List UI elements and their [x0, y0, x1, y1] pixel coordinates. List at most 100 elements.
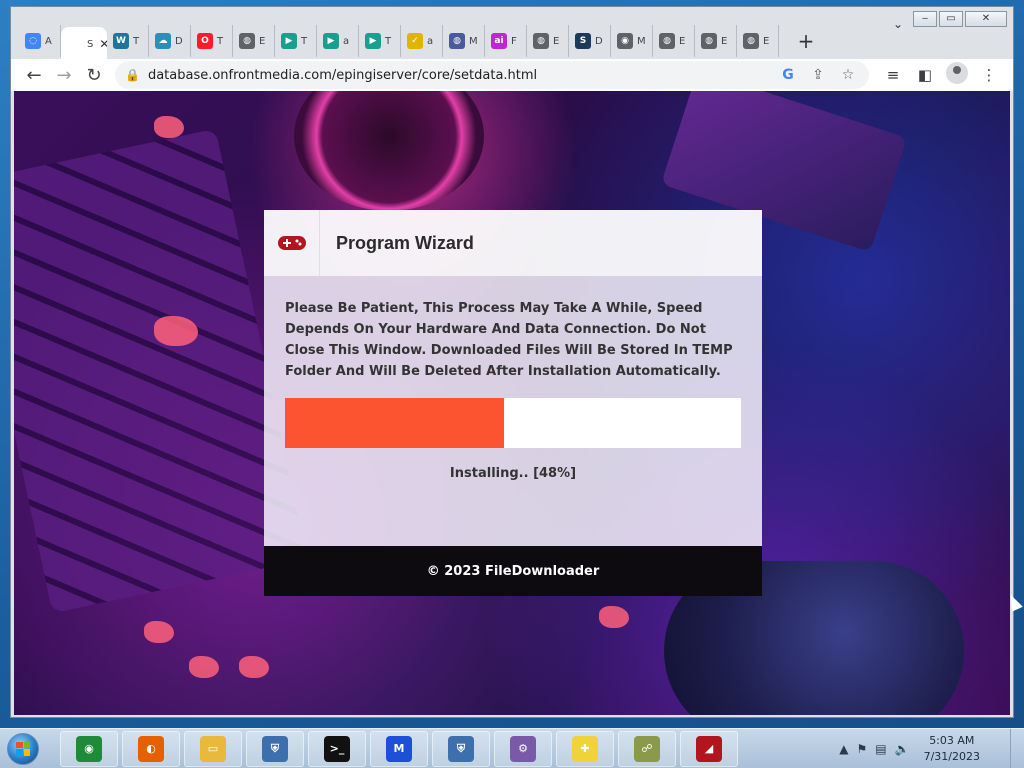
- taskbar-app-puzzle[interactable]: ✚: [556, 730, 614, 767]
- taskbar-app-malwarebytes[interactable]: M: [370, 730, 428, 767]
- background-candy: [189, 656, 219, 678]
- windows-logo-icon[interactable]: [7, 732, 39, 765]
- browser-tab[interactable]: ✓ a: [401, 25, 443, 57]
- system-tray: ▲ ⚑ ▤ 🔈 5:03 AM 7/31/2023: [839, 729, 980, 768]
- browser-tab[interactable]: WT: [107, 25, 149, 57]
- start-button[interactable]: [0, 729, 46, 768]
- taskbar-app-defender[interactable]: ⛨: [432, 730, 490, 767]
- browser-tab[interactable]: SD: [569, 25, 611, 57]
- reading-list-icon[interactable]: ≡: [877, 66, 909, 84]
- side-panel-icon[interactable]: ◧: [909, 66, 941, 84]
- shield-icon: ⛨: [448, 735, 474, 762]
- tab-title: E: [763, 35, 770, 47]
- browser-tab[interactable]: ◍ E: [233, 25, 275, 57]
- share-icon[interactable]: ⇪: [807, 67, 829, 83]
- clock-date: 7/31/2023: [923, 750, 980, 763]
- tab-strip: ◌ A S ✕ W T ☁ D O T ◍ E ▶ T ▶ a ▶ T ✓ a ◍ Mai F ◍ E S D ◉ M ◍ E ◍ E ◍ E +: [11, 21, 1013, 61]
- browser-tab[interactable]: ai F: [485, 25, 527, 57]
- clock-time: 5:03 AM: [929, 734, 975, 747]
- globe-icon: ◍: [449, 33, 465, 49]
- tab-title: T: [217, 35, 224, 47]
- browser-tab[interactable]: ◌ A: [19, 25, 61, 57]
- taskbar-app-network[interactable]: ☍: [618, 730, 676, 767]
- globe-icon: ◍: [701, 33, 717, 49]
- browser-tab[interactable]: ◉ M: [611, 25, 653, 57]
- tab-title: M: [637, 35, 646, 47]
- background-candy: [239, 656, 269, 678]
- network-icon: ☍: [634, 735, 660, 762]
- action-center-icon[interactable]: ⚑: [857, 742, 868, 756]
- browser-window: ‒ ▭ ✕ ◌ A S ✕ W T ☁ D O T ◍ E ▶ T ▶ a ▶ T ✓ a ◍ Mai F ◍ E S D ◉ M ◍ E ◍…: [10, 6, 1014, 718]
- page-viewport: Program Wizard Please Be Patient, This P…: [14, 91, 1010, 715]
- url-text[interactable]: database.onfrontmedia.com/epingiserver/c…: [148, 68, 769, 83]
- tab-title: D: [175, 35, 183, 47]
- tab-title: S: [87, 38, 94, 50]
- tab-title: T: [133, 35, 140, 47]
- play-icon: ▶: [281, 33, 297, 49]
- cloud-icon: ☁: [155, 33, 171, 49]
- firefox-icon: ◐: [138, 735, 164, 762]
- lock-icon[interactable]: 🔒: [125, 68, 140, 82]
- tab-title: a: [343, 35, 350, 47]
- progress-bar-fill: [285, 398, 504, 448]
- chrome-icon: ◉: [76, 735, 102, 762]
- malwarebytes-icon: M: [386, 735, 412, 762]
- wordpress-icon: W: [113, 33, 129, 49]
- tab-title: D: [595, 35, 603, 47]
- browser-tab[interactable]: ◍ E: [653, 25, 695, 57]
- browser-tab[interactable]: ◍ E: [737, 25, 779, 57]
- browser-tab[interactable]: ◍ M: [443, 25, 485, 57]
- menu-kebab-icon[interactable]: ⋮: [973, 66, 1005, 84]
- install-status: Installing.. [48%]: [449, 466, 577, 481]
- network-icon[interactable]: ▤: [875, 742, 886, 756]
- tab-title: E: [259, 35, 266, 47]
- taskbar-app-terminal[interactable]: >_: [308, 730, 366, 767]
- profile-avatar[interactable]: [941, 62, 973, 88]
- bookmark-star-icon[interactable]: ☆: [837, 67, 859, 83]
- browser-tab[interactable]: ◍ E: [527, 25, 569, 57]
- close-tab-icon[interactable]: ✕: [99, 37, 107, 51]
- address-bar[interactable]: 🔒 database.onfrontmedia.com/epingiserver…: [115, 61, 869, 89]
- puzzle-icon: ✚: [572, 735, 598, 762]
- volume-icon[interactable]: 🔈: [895, 742, 910, 756]
- loading-icon: ◌: [25, 33, 41, 49]
- chrome-icon: ◉: [617, 33, 633, 49]
- browser-tab[interactable]: ☁ D: [149, 25, 191, 57]
- taskbar-app-firefox[interactable]: ◐: [122, 730, 180, 767]
- background-cup: [294, 91, 484, 211]
- browser-tab[interactable]: ▶ a: [317, 25, 359, 57]
- clock[interactable]: 5:03 AM 7/31/2023: [924, 733, 980, 765]
- browser-tab[interactable]: ▶ T: [275, 25, 317, 57]
- taskbar-apps: ◉ ◐ ▭ ⛨ >_ M ⛨ ⚙ ✚ ☍ ◢: [56, 730, 738, 767]
- background-candy: [154, 116, 184, 138]
- background-candy: [599, 606, 629, 628]
- terminal-icon: >_: [324, 735, 350, 762]
- opera-icon: O: [197, 33, 213, 49]
- play-icon: ▶: [323, 33, 339, 49]
- back-button[interactable]: ←: [19, 65, 49, 86]
- taskbar-app-security[interactable]: ⛨: [246, 730, 304, 767]
- globe-icon: ◍: [659, 33, 675, 49]
- browser-tab[interactable]: S ✕: [61, 27, 107, 61]
- s-icon: S: [575, 33, 591, 49]
- google-icon[interactable]: G: [777, 67, 799, 83]
- play-icon: ▶: [365, 33, 381, 49]
- show-desktop-button[interactable]: [1010, 729, 1024, 768]
- folder-icon: ▭: [200, 735, 226, 762]
- tab-title: E: [553, 35, 560, 47]
- recorder-icon: ◢: [696, 735, 722, 762]
- browser-tab[interactable]: ▶ T: [359, 25, 401, 57]
- browser-tab[interactable]: ◍ E: [695, 25, 737, 57]
- taskbar-app-explorer[interactable]: ▭: [184, 730, 242, 767]
- wizard-body: Please Be Patient, This Process May Take…: [264, 276, 762, 546]
- browser-tab[interactable]: OT: [191, 25, 233, 57]
- reload-button[interactable]: ↻: [79, 65, 109, 86]
- taskbar-app-chrome[interactable]: ◉: [60, 730, 118, 767]
- tab-search-icon[interactable]: ⌄: [893, 17, 903, 31]
- taskbar-app-recorder[interactable]: ◢: [680, 730, 738, 767]
- wizard-footer: © 2023 FileDownloader: [264, 546, 762, 596]
- forward-button[interactable]: →: [49, 65, 79, 86]
- new-tab-button[interactable]: +: [791, 29, 821, 53]
- tray-expand-icon[interactable]: ▲: [839, 742, 848, 756]
- taskbar-app-installer[interactable]: ⚙: [494, 730, 552, 767]
